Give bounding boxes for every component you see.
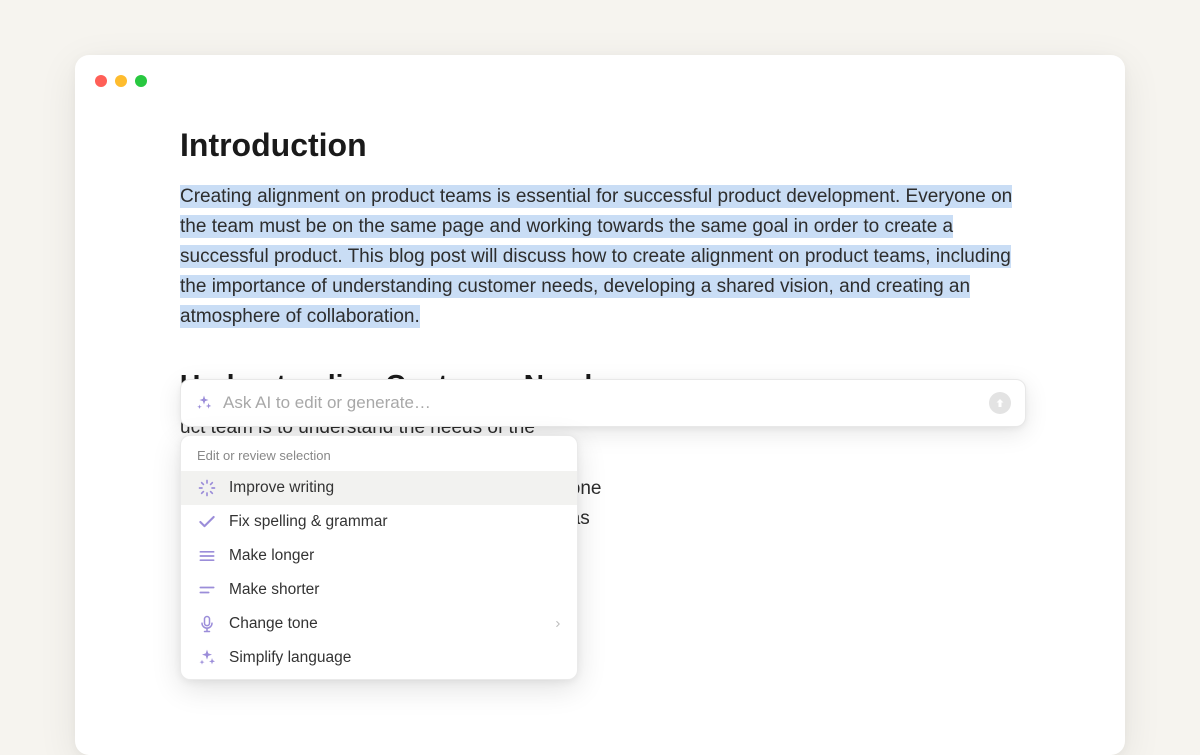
sparkle-icon xyxy=(197,648,217,668)
menu-item-label: Change tone xyxy=(229,615,318,633)
lines-long-icon xyxy=(197,546,217,566)
ai-actions-menu: Edit or review selection Improve writing… xyxy=(180,435,578,680)
close-window-button[interactable] xyxy=(95,75,107,87)
menu-item-label: Fix spelling & grammar xyxy=(229,513,388,531)
ai-input-placeholder[interactable]: Ask AI to edit or generate… xyxy=(223,393,989,413)
menu-item-change-tone[interactable]: Change tone xyxy=(181,607,577,641)
menu-item-label: Make shorter xyxy=(229,581,319,599)
page-title: Introduction xyxy=(180,127,1030,164)
menu-item-make-longer[interactable]: Make longer xyxy=(181,539,577,573)
intro-paragraph[interactable]: Creating alignment on product teams is e… xyxy=(180,182,1030,332)
maximize-window-button[interactable] xyxy=(135,75,147,87)
sparkle-burst-icon xyxy=(197,478,217,498)
menu-item-make-shorter[interactable]: Make shorter xyxy=(181,573,577,607)
menu-item-label: Simplify language xyxy=(229,649,351,667)
menu-item-label: Make longer xyxy=(229,547,314,565)
lines-short-icon xyxy=(197,580,217,600)
microphone-icon xyxy=(197,614,217,634)
window-controls xyxy=(95,75,147,87)
menu-item-improve-writing[interactable]: Improve writing xyxy=(181,471,577,505)
check-icon xyxy=(197,512,217,532)
minimize-window-button[interactable] xyxy=(115,75,127,87)
sparkle-icon xyxy=(195,394,213,412)
menu-item-label: Improve writing xyxy=(229,479,334,497)
document-content: Introduction Creating alignment on produ… xyxy=(180,127,1030,332)
menu-section-header: Edit or review selection xyxy=(181,444,577,471)
app-window: Introduction Creating alignment on produ… xyxy=(75,55,1125,755)
arrow-up-icon xyxy=(994,397,1006,409)
ai-prompt-bar[interactable]: Ask AI to edit or generate… xyxy=(180,379,1026,427)
menu-item-fix-spelling[interactable]: Fix spelling & grammar xyxy=(181,505,577,539)
menu-item-simplify-language[interactable]: Simplify language xyxy=(181,641,577,675)
submit-button[interactable] xyxy=(989,392,1011,414)
selected-text[interactable]: Creating alignment on product teams is e… xyxy=(180,185,1012,328)
